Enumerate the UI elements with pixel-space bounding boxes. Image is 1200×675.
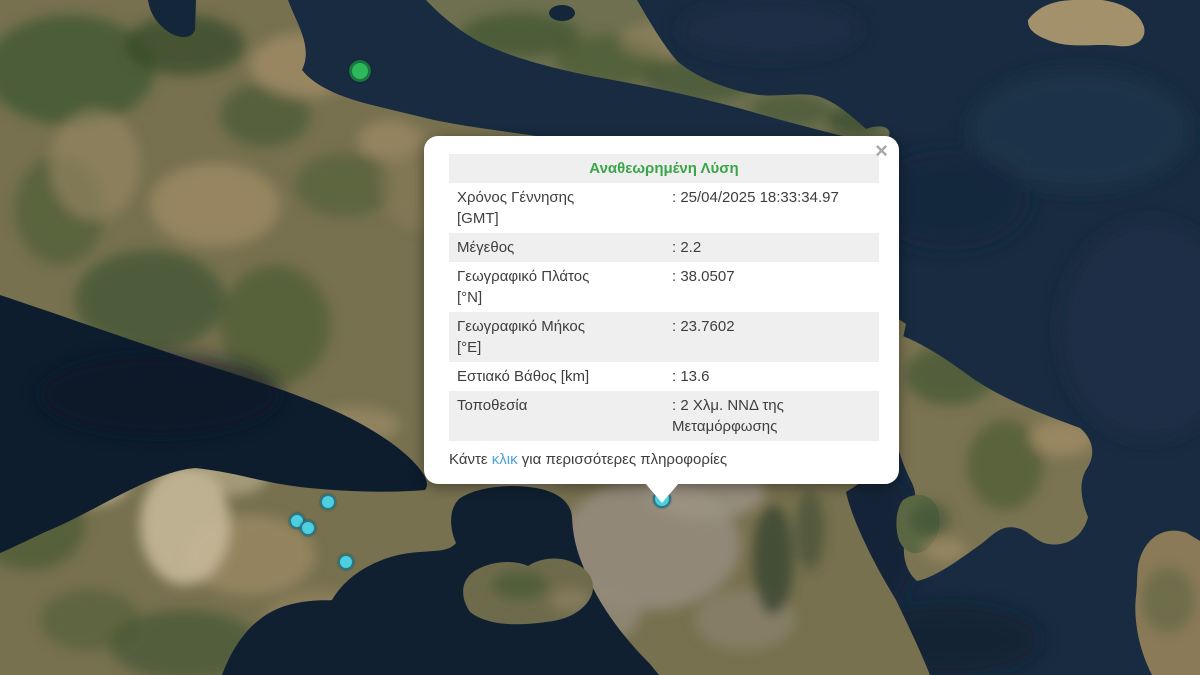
row-value: : 38.0507 — [664, 262, 879, 312]
popup-tail — [645, 483, 679, 503]
row-value: : 23.7602 — [664, 312, 879, 362]
earthquake-marker[interactable] — [349, 60, 371, 82]
row-label-unit: [GMT] — [457, 208, 656, 229]
table-header-row: Αναθεωρημένη Λύση — [449, 154, 879, 183]
table-row: Εστιακό Βάθος [km] : 13.6 — [449, 362, 879, 391]
euboea-bay — [549, 5, 575, 21]
earthquake-info-table: Αναθεωρημένη Λύση Χρόνος Γέννησης [GMT] :… — [449, 154, 879, 441]
row-value: : 2.2 — [664, 233, 879, 262]
table-row: Γεωγραφικό Μήκος [°E] : 23.7602 — [449, 312, 879, 362]
row-label: Τοποθεσία — [457, 397, 527, 414]
footer-text: Κάντε — [449, 451, 492, 468]
gulf-deep-water — [40, 355, 280, 435]
popup-title: Αναθεωρημένη Λύση — [449, 154, 879, 183]
earthquake-marker[interactable] — [300, 520, 316, 536]
row-value: : 2 Χλμ. ΝΝΔ της Μεταμόρφωσης — [664, 391, 879, 441]
table-row: Μέγεθος : 2.2 — [449, 233, 879, 262]
row-value: : 13.6 — [664, 362, 879, 391]
close-icon[interactable]: × — [875, 140, 888, 162]
table-row: Γεωγραφικό Πλάτος [°N] : 38.0507 — [449, 262, 879, 312]
map-popup: × Αναθεωρημένη Λύση Χρόνος Γέννησης [GMT]… — [424, 136, 899, 484]
more-info-line: Κάντε κλικ για περισσότερες πληροφορίες — [449, 449, 879, 470]
table-row: Χρόνος Γέννησης [GMT] : 25/04/2025 18:33:… — [449, 183, 879, 233]
footer-text: για περισσότερες πληροφορίες — [518, 451, 728, 468]
row-label: Χρόνος Γέννησης — [457, 189, 574, 206]
row-label: Γεωγραφικό Μήκος — [457, 318, 585, 335]
row-label: Γεωγραφικό Πλάτος — [457, 268, 589, 285]
earthquake-marker[interactable] — [320, 494, 336, 510]
row-label-unit: [°E] — [457, 337, 656, 358]
row-label: Εστιακό Βάθος [km] — [457, 368, 589, 385]
more-info-link[interactable]: κλικ — [492, 451, 518, 468]
table-row: Τοποθεσία : 2 Χλμ. ΝΝΔ της Μεταμόρφωσης — [449, 391, 879, 441]
row-value: : 25/04/2025 18:33:34.97 — [664, 183, 879, 233]
row-label: Μέγεθος — [457, 239, 514, 256]
row-label-unit: [°N] — [457, 287, 656, 308]
earthquake-marker[interactable] — [338, 554, 354, 570]
